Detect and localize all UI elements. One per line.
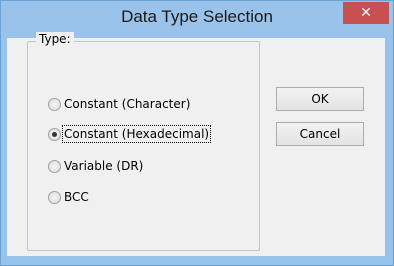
radio-constant-hexadecimal[interactable]: Constant (Hexadecimal) — [48, 125, 212, 143]
radio-button-icon[interactable] — [48, 97, 61, 111]
radio-button-icon[interactable] — [48, 159, 61, 173]
radio-bcc[interactable]: BCC — [48, 188, 89, 206]
title-bar[interactable]: Data Type Selection ✕ — [1, 1, 393, 33]
radio-label: Variable (DR) — [64, 159, 144, 173]
close-button[interactable]: ✕ — [343, 2, 389, 24]
type-groupbox — [27, 41, 260, 251]
ok-button[interactable]: OK — [276, 87, 364, 111]
radio-constant-character[interactable]: Constant (Character) — [48, 95, 190, 113]
radio-button-icon[interactable] — [48, 190, 61, 204]
cancel-button[interactable]: Cancel — [276, 122, 364, 146]
dialog-title: Data Type Selection — [121, 7, 273, 26]
radio-button-selected-icon[interactable] — [48, 127, 61, 141]
radio-label: BCC — [64, 190, 89, 204]
close-icon: ✕ — [360, 5, 372, 21]
groupbox-label: Type: — [36, 32, 74, 46]
radio-label: Constant (Character) — [64, 97, 191, 111]
radio-label: Constant (Hexadecimal) — [61, 125, 212, 143]
radio-variable-dr[interactable]: Variable (DR) — [48, 157, 143, 175]
